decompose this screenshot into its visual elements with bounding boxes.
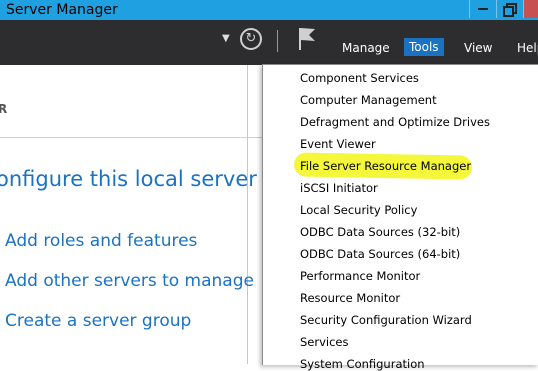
menu-item-odbc-32[interactable]: ODBC Data Sources (32-bit)	[300, 225, 460, 239]
minimize-icon	[478, 8, 488, 10]
menu-item-defragment[interactable]: Defragment and Optimize Drives	[300, 115, 490, 129]
window-title: Server Manager	[6, 2, 118, 18]
app-header: ▼ ↻ Manage Tools View Help	[0, 20, 538, 65]
tools-dropdown-menu: Component Services Computer Management D…	[262, 64, 538, 371]
menu-item-resource-monitor[interactable]: Resource Monitor	[300, 291, 400, 305]
menu-item-performance-monitor[interactable]: Performance Monitor	[300, 269, 420, 283]
chevron-down-icon[interactable]: ▼	[222, 33, 230, 44]
minimize-button[interactable]	[469, 0, 496, 18]
menu-view[interactable]: View	[464, 41, 492, 55]
panel-header-label: R	[0, 102, 8, 116]
pane-divider	[247, 65, 248, 364]
menu-item-computer-management[interactable]: Computer Management	[300, 93, 437, 107]
add-roles-link[interactable]: Add roles and features	[5, 231, 197, 251]
configure-local-server-link[interactable]: onfigure this local server	[0, 167, 257, 191]
title-bar: Server Manager	[0, 0, 538, 20]
menu-item-local-security-policy[interactable]: Local Security Policy	[300, 203, 417, 217]
notifications-flag-icon[interactable]	[296, 26, 318, 52]
create-server-group-link[interactable]: Create a server group	[5, 311, 191, 331]
menu-manage[interactable]: Manage	[342, 41, 390, 55]
menu-item-system-configuration[interactable]: System Configuration	[300, 357, 425, 371]
maximize-button[interactable]	[496, 0, 523, 18]
menu-item-iscsi-initiator[interactable]: iSCSI Initiator	[300, 181, 378, 195]
add-servers-link[interactable]: Add other servers to manage	[5, 271, 254, 291]
header-divider	[277, 30, 278, 52]
menu-item-component-services[interactable]: Component Services	[300, 71, 419, 85]
menu-item-file-server-resource-manager[interactable]: File Server Resource Manager	[300, 159, 471, 173]
menu-tools[interactable]: Tools	[404, 38, 444, 56]
menu-item-event-viewer[interactable]: Event Viewer	[300, 137, 376, 151]
menu-item-security-configuration-wizard[interactable]: Security Configuration Wizard	[300, 313, 472, 327]
menu-item-odbc-64[interactable]: ODBC Data Sources (64-bit)	[300, 247, 460, 261]
menu-item-services[interactable]: Services	[300, 335, 349, 349]
refresh-icon[interactable]: ↻	[240, 28, 262, 50]
menu-help[interactable]: Help	[517, 41, 538, 55]
close-button[interactable]	[523, 0, 538, 18]
panel-header: R	[0, 65, 264, 138]
